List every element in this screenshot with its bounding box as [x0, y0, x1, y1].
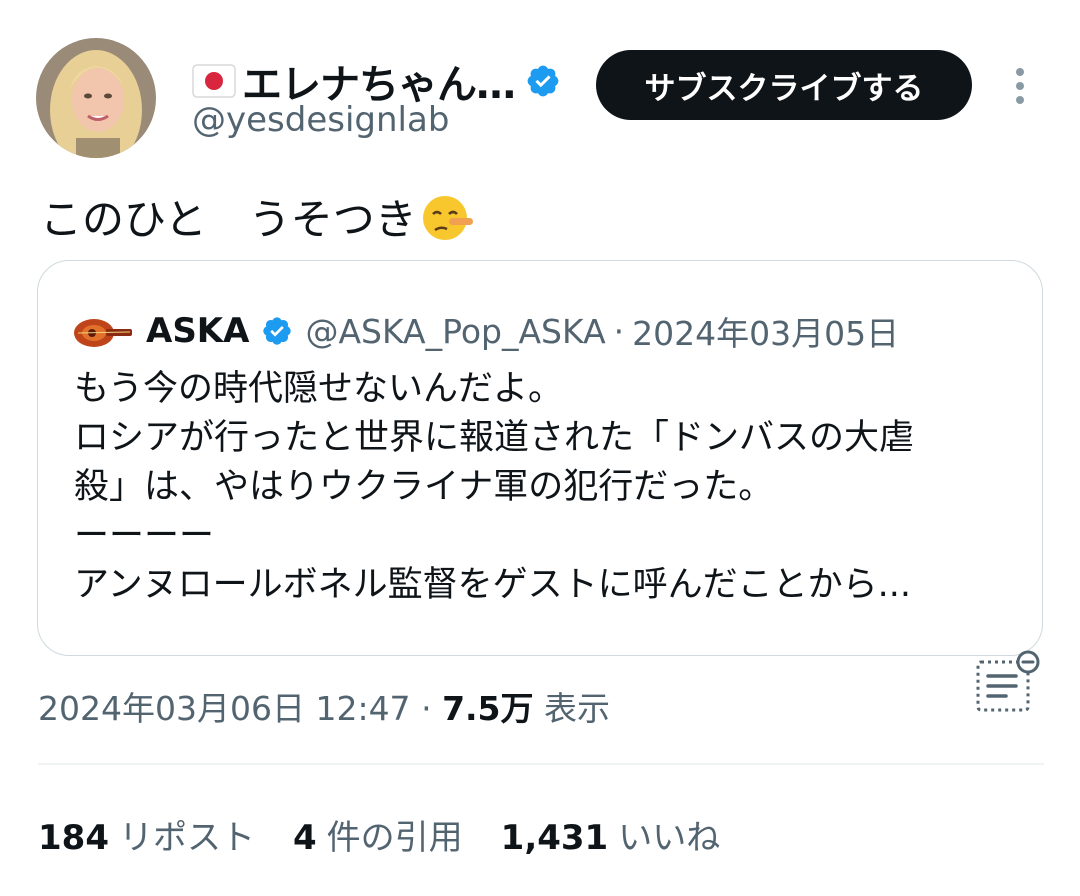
reposts-count: 184	[38, 818, 109, 858]
author-avatar[interactable]	[36, 38, 156, 158]
quoted-author-handle[interactable]: @ASKA_Pop_ASKA	[305, 312, 605, 351]
quoted-tweet-header: ASKA @ASKA_Pop_ASKA · 2024年03月05日	[72, 307, 899, 355]
likes-stat[interactable]: 1,431 いいね	[501, 810, 721, 859]
reposts-label: リポスト	[118, 818, 255, 858]
quoted-line: もう今の時代隠せないんだよ。	[74, 369, 563, 409]
quotes-count: 4	[292, 818, 317, 858]
verified-badge-icon	[263, 317, 292, 345]
view-count: 7.5万	[442, 689, 534, 728]
tweet-timestamp[interactable]: 2024年03月06日 12:47	[38, 689, 411, 728]
author-handle[interactable]: @yesdesignlab	[192, 100, 449, 140]
divider	[38, 763, 1044, 765]
quoted-line: 殺」は、やはりウクライナ軍の犯行だった。	[74, 467, 774, 507]
quoted-author-avatar[interactable]	[72, 311, 134, 351]
verified-badge-icon	[527, 65, 559, 97]
likes-count: 1,431	[500, 818, 609, 858]
quoted-author-name[interactable]: ASKA	[146, 311, 249, 351]
reposts-stat[interactable]: 184 リポスト	[38, 810, 255, 859]
tweet-text-content: このひと うそつき	[40, 195, 417, 244]
likes-label: いいね	[618, 818, 721, 858]
lying-face-emoji-icon	[422, 195, 473, 240]
quoted-tweet-body: もう今の時代隠せないんだよ。 ロシアが行ったと世界に報道された「ドンバスの大虐 …	[74, 365, 1024, 610]
meta-separator: ·	[421, 689, 432, 728]
tweet-meta-row: 2024年03月06日 12:47 · 7.5万 表示	[38, 682, 610, 730]
quoted-meta-separator: ·	[613, 311, 625, 351]
view-label: 表示	[544, 689, 611, 728]
tweet-text: このひと うそつき	[40, 186, 475, 247]
engagement-stats: 184 リポスト 4 件の引用 1,431 いいね	[38, 810, 758, 859]
quoted-line: ロシアが行ったと世界に報道された「ドンバスの大虐	[74, 418, 915, 458]
more-options-icon[interactable]	[1000, 64, 1040, 108]
quoted-line: ーーーー	[74, 516, 215, 556]
japan-flag-icon	[192, 64, 236, 98]
summary-icon[interactable]	[972, 650, 1044, 716]
quotes-stat[interactable]: 4 件の引用	[293, 810, 463, 859]
subscribe-button[interactable]: サブスクライブする	[596, 50, 972, 120]
quoted-date: 2024年03月05日	[632, 314, 900, 353]
quoted-tweet-card[interactable]: ASKA @ASKA_Pop_ASKA · 2024年03月05日 もう今の時代…	[37, 260, 1043, 656]
quoted-line: アンヌロールボネル監督をゲストに呼んだことから...	[74, 565, 911, 605]
quotes-label: 件の引用	[326, 818, 463, 858]
